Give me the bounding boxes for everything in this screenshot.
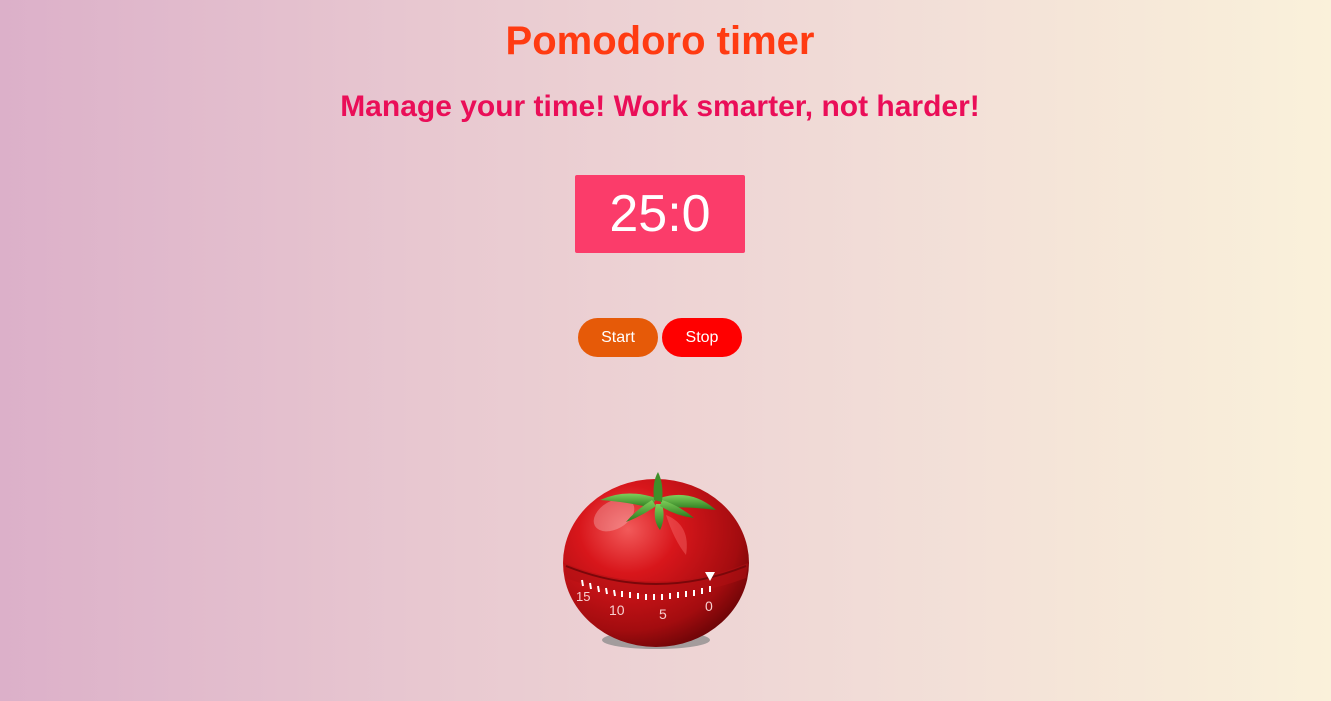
start-button[interactable]: Start bbox=[578, 318, 658, 357]
tomato-timer-icon: 15 10 5 0 bbox=[563, 472, 749, 649]
page-title: Pomodoro timer bbox=[505, 19, 815, 63]
dial-label-5: 5 bbox=[659, 606, 667, 622]
dial-label-10: 10 bbox=[609, 602, 625, 618]
timer-display: 25:0 bbox=[575, 175, 745, 253]
page-subtitle: Manage your time! Work smarter, not hard… bbox=[340, 90, 980, 123]
dial-label-15: 15 bbox=[576, 589, 590, 604]
stop-button[interactable]: Stop bbox=[662, 318, 742, 357]
dial-label-0: 0 bbox=[705, 598, 713, 614]
